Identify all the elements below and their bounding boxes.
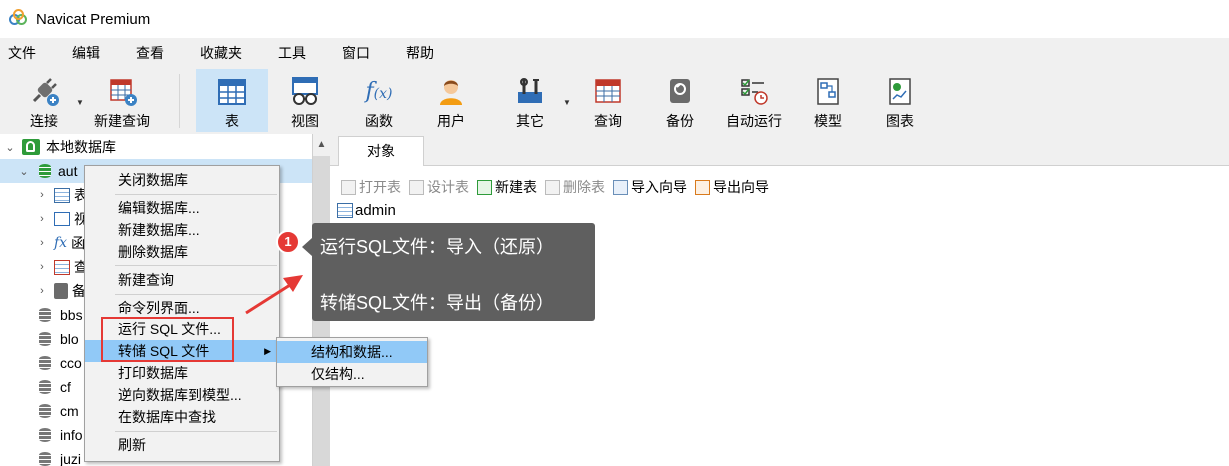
annotation-line-import: 运行SQL文件：导入（还原） [320,237,555,257]
annotation-tooltip: 运行SQL文件：导入（还原） 转储SQL文件：导出（备份） [312,223,595,321]
tooltip-tail [302,238,312,256]
annotation-line-export: 转储SQL文件：导出（备份） [320,293,555,313]
step-badge: 1 [276,230,300,254]
annotation-arrow [245,275,303,315]
